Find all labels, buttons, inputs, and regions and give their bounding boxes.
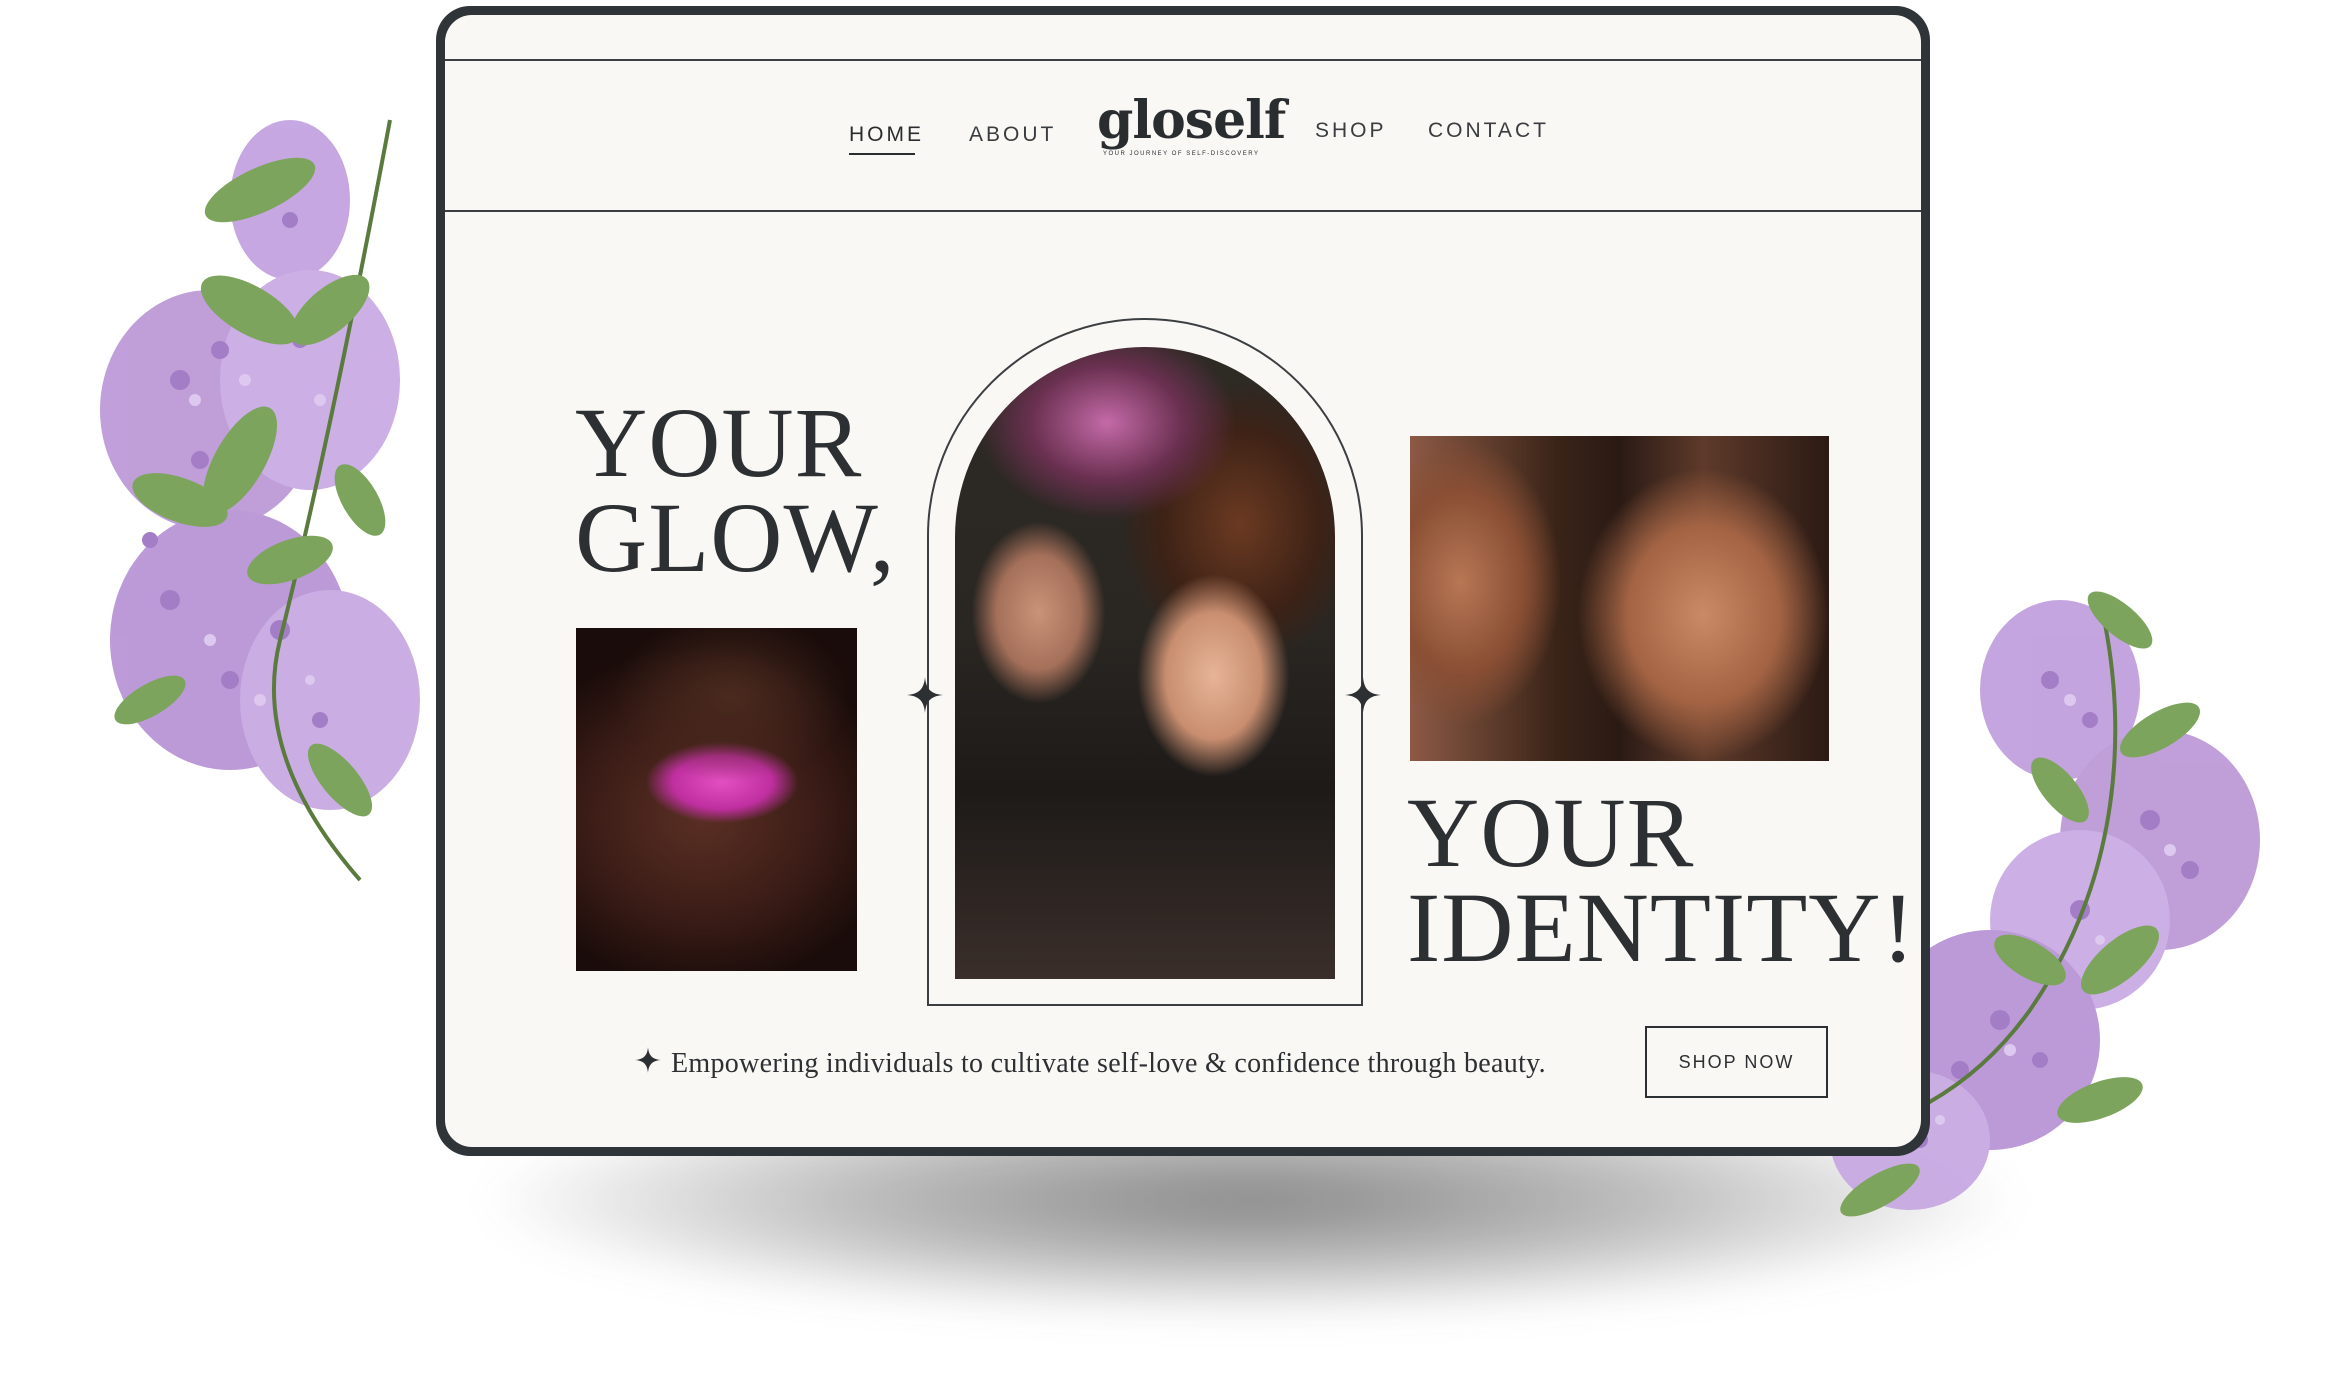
hero-tagline: Empowering individuals to cultivate self… xyxy=(671,1048,1546,1079)
four-point-star-icon xyxy=(1345,677,1381,713)
lilac-flowers-left xyxy=(100,119,420,882)
headline-left-line2: GLOW, xyxy=(575,482,896,593)
headline-left-line1: YOUR xyxy=(575,387,863,498)
headline-right-line2: IDENTITY! xyxy=(1407,872,1916,983)
makeup-photo xyxy=(1410,436,1829,761)
logo-tagline: YOUR JOURNEY OF SELF-DISCOVERY xyxy=(1103,151,1260,157)
shop-now-button[interactable]: SHOP NOW xyxy=(1645,1026,1828,1098)
nav-about[interactable]: ABOUT xyxy=(969,123,1056,147)
top-rule xyxy=(445,59,1921,61)
browser-frame: HOME ABOUT gloself YOUR JOURNEY OF SELF-… xyxy=(436,6,1930,1156)
arch-portrait-photo xyxy=(955,347,1335,979)
nav-active-underline xyxy=(849,153,915,155)
four-point-star-icon xyxy=(635,1047,661,1073)
brand-logo[interactable]: gloself YOUR JOURNEY OF SELF-DISCOVERY xyxy=(1097,95,1286,167)
lips-photo xyxy=(576,628,857,971)
logo-wordmark: gloself xyxy=(1097,90,1286,151)
hero-headline-right: YOUR IDENTITY! xyxy=(1407,777,1916,983)
nav-contact[interactable]: CONTACT xyxy=(1428,119,1549,143)
hero-headline-left: YOUR GLOW, xyxy=(575,387,896,593)
website-screen: HOME ABOUT gloself YOUR JOURNEY OF SELF-… xyxy=(445,15,1921,1147)
nav-divider xyxy=(445,210,1921,212)
four-point-star-icon xyxy=(907,677,943,713)
headline-right-line1: YOUR xyxy=(1407,777,1695,888)
nav-home[interactable]: HOME xyxy=(849,123,924,147)
nav-shop[interactable]: SHOP xyxy=(1315,119,1387,143)
